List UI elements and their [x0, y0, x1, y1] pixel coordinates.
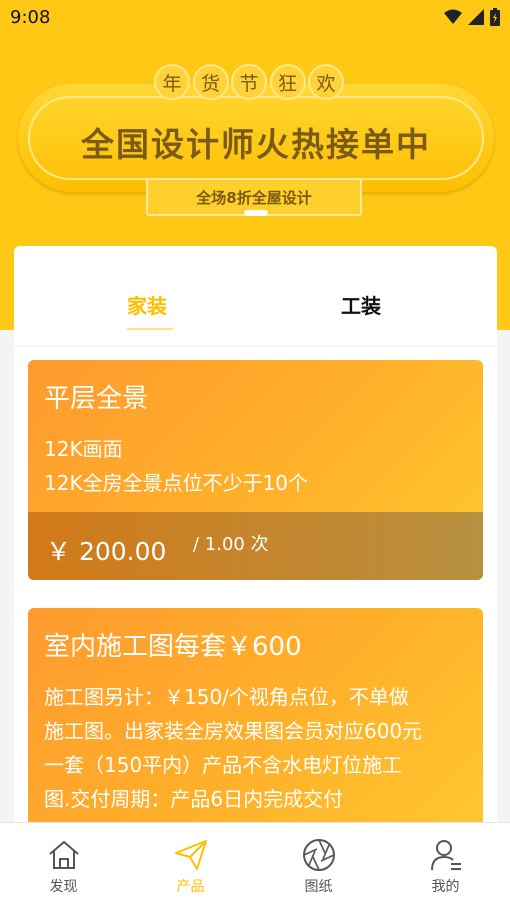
status-bar: 9:08: [0, 0, 510, 34]
card-title: 平层全景: [44, 384, 149, 414]
festival-char: 欢: [308, 64, 344, 100]
banner-title: 全国设计师火热接单中: [81, 125, 431, 164]
home-icon: [49, 840, 79, 869]
nav-label: 发现: [49, 879, 78, 895]
nav-label: 我的: [431, 879, 460, 895]
nav-profile[interactable]: 我的: [382, 823, 509, 909]
battery-icon: [490, 8, 500, 26]
festival-char: 年: [154, 64, 190, 100]
signal-icon: [468, 9, 484, 25]
price-value: ￥ 200.00: [46, 537, 167, 566]
paper-plane-icon: [175, 840, 207, 870]
nav-discover[interactable]: 发现: [0, 823, 127, 909]
card-description-line: 12K全房全景点位不少于10个: [44, 471, 309, 495]
aperture-icon: [303, 839, 335, 871]
status-icons: [444, 8, 500, 26]
festival-badges: 年 货 节 狂 欢: [154, 64, 344, 100]
promo-banner[interactable]: 全国设计师火热接单中: [18, 84, 494, 192]
festival-char: 货: [192, 64, 229, 100]
card-description-line: 图.交付周期：产品6日内完成交付: [44, 787, 344, 811]
wifi-icon: [444, 9, 462, 24]
festival-char: 狂: [269, 64, 306, 100]
user-icon: [431, 840, 461, 871]
carousel-indicator: [244, 210, 268, 216]
bottom-navigation: 发现 产品 图纸 我的: [0, 822, 510, 909]
price-unit: / 1.00 次: [193, 534, 269, 555]
festival-char: 节: [231, 64, 267, 100]
card-description-line: 施工图另计：￥150/个视角点位，不单做: [44, 685, 409, 709]
category-tabs: 家装 工装: [14, 246, 497, 346]
card-title: 室内施工图每套￥600: [44, 632, 302, 662]
tab-home-decoration[interactable]: 家装: [127, 290, 167, 319]
tab-commercial-decoration[interactable]: 工装: [341, 290, 381, 319]
nav-products[interactable]: 产品: [127, 823, 254, 909]
card-description-line: 一套（150平内）产品不含水电灯位施工: [44, 753, 403, 777]
divider: [14, 346, 497, 347]
nav-label: 图纸: [304, 879, 333, 895]
card-description-line: 12K画面: [44, 437, 123, 461]
product-card[interactable]: 平层全景 12K画面 12K全房全景点位不少于10个 ￥ 200.00 / 1.…: [28, 360, 483, 580]
status-time: 9:08: [10, 7, 51, 28]
product-card[interactable]: 室内施工图每套￥600 施工图另计：￥150/个视角点位，不单做 施工图。出家装…: [28, 608, 483, 848]
price-band: ￥ 200.00 / 1.00 次: [28, 512, 483, 580]
active-tab-indicator: [127, 328, 173, 330]
card-description-line: 施工图。出家装全房效果图会员对应600元: [44, 719, 423, 743]
nav-label: 产品: [176, 879, 205, 895]
nav-drawings[interactable]: 图纸: [255, 823, 382, 909]
